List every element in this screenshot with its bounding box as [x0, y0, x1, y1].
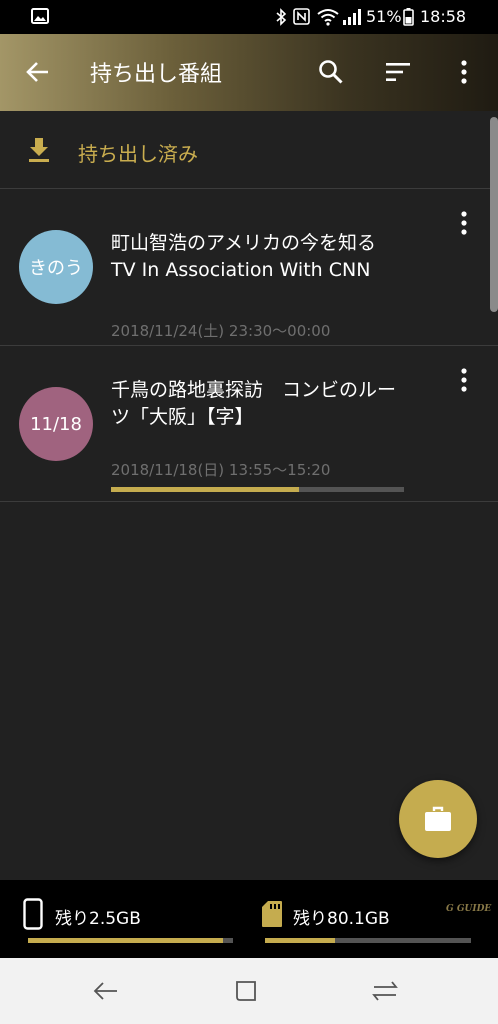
- scrollbar-thumb[interactable]: [490, 117, 498, 312]
- gguide-logo: G GUIDE: [446, 904, 492, 914]
- program-title-line1: 町山智浩のアメリカの今を知る: [111, 232, 377, 254]
- more-vert-icon[interactable]: [459, 59, 469, 85]
- sd-card-icon: [262, 901, 282, 927]
- sd-storage-fill: [265, 938, 336, 943]
- briefcase-fab-button[interactable]: [399, 780, 477, 858]
- page-title: 持ち出し番組: [90, 62, 223, 87]
- sort-icon[interactable]: [385, 62, 411, 82]
- device-storage-meter: [28, 938, 233, 943]
- navigation-bar: [0, 958, 498, 1024]
- phone-icon: [23, 898, 43, 930]
- back-arrow-icon[interactable]: [25, 59, 51, 85]
- download-icon: [29, 138, 49, 162]
- downloaded-label: 持ち出し済み: [78, 142, 198, 166]
- playback-progress: [111, 487, 404, 492]
- status-bar: 51% 18:58: [0, 0, 498, 34]
- program-title-line1: 千鳥の路地裏探訪 コンビのルー: [111, 379, 397, 401]
- nav-switch-icon[interactable]: [368, 974, 402, 1008]
- playback-progress-fill: [111, 487, 299, 492]
- program-title: 町山智浩のアメリカの今を知る TV In Association With CN…: [111, 230, 441, 284]
- storage-bar: 残り2.5GB 残り80.1GB G GUIDE: [0, 880, 498, 958]
- battery-percent: 51%: [366, 7, 402, 26]
- program-title: 千鳥の路地裏探訪 コンビのルー ツ「大阪」【字】: [111, 377, 441, 431]
- search-icon[interactable]: [318, 59, 344, 85]
- nav-back-icon[interactable]: [89, 974, 123, 1008]
- date-badge: きのう: [19, 230, 93, 304]
- program-datetime: 2018/11/24(土) 23:30～00:00: [111, 322, 331, 340]
- program-datetime: 2018/11/18(日) 13:55～15:20: [111, 461, 331, 479]
- wifi-icon: [317, 9, 339, 26]
- bluetooth-icon: [276, 8, 287, 26]
- sd-storage-label: 残り80.1GB: [293, 909, 390, 929]
- clock: 18:58: [420, 7, 467, 26]
- app-bar: 持ち出し番組: [0, 34, 498, 111]
- more-vert-icon[interactable]: [452, 367, 476, 397]
- list-item[interactable]: 11/18 千鳥の路地裏探訪 コンビのルー ツ「大阪」【字】 2018/11/1…: [0, 347, 498, 502]
- more-vert-icon[interactable]: [452, 210, 476, 240]
- signal-icon: [343, 9, 361, 25]
- date-badge: 11/18: [19, 387, 93, 461]
- sd-storage-meter: [265, 938, 471, 943]
- battery-icon: [403, 8, 414, 26]
- list-item[interactable]: きのう 町山智浩のアメリカの今を知る TV In Association Wit…: [0, 190, 498, 346]
- nfc-icon: [293, 8, 310, 25]
- program-title-line2: ツ「大阪」【字】: [111, 406, 254, 428]
- recents-icon[interactable]: [229, 974, 263, 1008]
- device-storage-fill: [28, 938, 223, 943]
- gallery-icon: [31, 8, 49, 24]
- program-title-line2: TV In Association With CNN: [111, 259, 371, 281]
- downloaded-row[interactable]: 持ち出し済み: [0, 111, 498, 189]
- briefcase-icon: [425, 806, 451, 831]
- device-storage-label: 残り2.5GB: [55, 909, 141, 929]
